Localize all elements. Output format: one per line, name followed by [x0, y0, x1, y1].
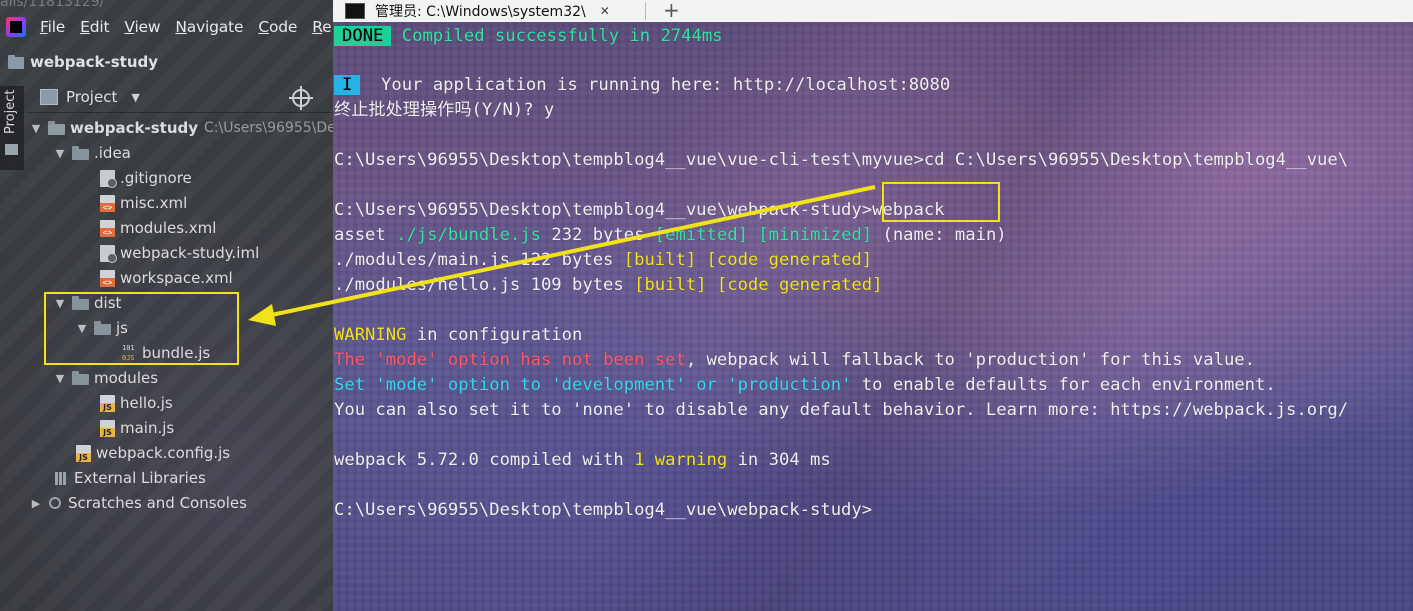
- tree-file-workspace[interactable]: workspace.xml: [100, 266, 233, 290]
- terminal-line-module-hello: ./modules/hello.js 109 bytes [built] [co…: [334, 275, 883, 295]
- tree-scratches[interactable]: ▶ Scratches and Consoles: [30, 491, 247, 515]
- terminal-tab[interactable]: 管理员: C:\Windows\system32\ ✕: [345, 0, 645, 22]
- window-title-faded: ails/11813129/: [0, 0, 105, 10]
- project-view-icon: [40, 89, 58, 105]
- annotation-box-dist: [44, 292, 239, 365]
- terminal-line-warning: WARNING in configuration: [334, 325, 583, 345]
- menu-bar: File Edit View Navigate Code Re: [40, 18, 333, 36]
- cmd-icon: [345, 3, 365, 19]
- terminal-line-warn-2: Set 'mode' option to 'development' or 'p…: [334, 375, 1276, 395]
- terminal-line-warn-1: The 'mode' option has not been set, webp…: [334, 350, 1255, 370]
- terminal-line-asset: asset ./js/bundle.js 232 bytes [emitted]…: [334, 225, 1007, 245]
- chevron-down-icon[interactable]: ▼: [30, 122, 42, 135]
- close-icon[interactable]: ✕: [600, 4, 610, 18]
- terminal-line-prompt[interactable]: C:\Users\96955\Desktop\tempblog4__vue\we…: [334, 499, 872, 521]
- tree-folder-idea[interactable]: ▼ .idea: [54, 141, 131, 165]
- menu-edit[interactable]: Edit: [80, 18, 109, 36]
- chevron-right-icon[interactable]: ▶: [30, 497, 42, 510]
- tree-file-iml[interactable]: webpack-study.iml: [100, 241, 259, 265]
- js-file-icon: [100, 394, 115, 412]
- xml-file-icon: [100, 194, 115, 212]
- tree-file-misc[interactable]: misc.xml: [100, 191, 187, 215]
- tree-file-hello[interactable]: hello.js: [100, 391, 173, 415]
- tree-file-gitignore[interactable]: .gitignore: [100, 166, 192, 190]
- terminal-line-prompt-webpack: C:\Users\96955\Desktop\tempblog4__vue\we…: [334, 200, 945, 220]
- terminal-line-done: DONE Compiled successfully in 2744ms: [334, 25, 723, 47]
- terminal-line-running: I Your application is running here: http…: [334, 74, 950, 96]
- divider: [26, 112, 333, 113]
- menu-file[interactable]: File: [40, 18, 65, 36]
- menu-refactor[interactable]: Re: [312, 18, 331, 36]
- new-tab-plus-icon[interactable]: +: [663, 0, 680, 22]
- project-tool-window-tab[interactable]: Project: [0, 86, 24, 170]
- js-file-icon: [100, 419, 115, 437]
- ide-project-panel: ails/11813129/ File Edit View Navigate C…: [0, 0, 333, 611]
- folder-icon: [48, 121, 65, 135]
- terminal-line-terminate: 终止批处理操作吗(Y/N)? y: [334, 100, 555, 120]
- terminal-line-warn-3: You can also set it to 'none' to disable…: [334, 400, 1349, 420]
- locate-file-icon[interactable]: [289, 86, 313, 110]
- intellij-logo-icon[interactable]: [6, 17, 26, 37]
- dropdown-caret-icon: ▼: [131, 90, 140, 104]
- project-view-selector[interactable]: Project ▼: [40, 88, 140, 106]
- folder-icon: [5, 144, 18, 155]
- terminal-line-cd: C:\Users\96955\Desktop\tempblog4__vue\vu…: [334, 150, 1349, 170]
- tree-file-webpack-config[interactable]: webpack.config.js: [76, 441, 230, 465]
- chevron-down-icon[interactable]: ▼: [54, 147, 66, 160]
- gitignore-file-icon: [100, 169, 117, 188]
- js-file-icon: [76, 444, 91, 462]
- terminal-tab-bar: 管理员: C:\Windows\system32\ ✕ +: [333, 0, 1413, 22]
- iml-file-icon: [100, 244, 117, 263]
- folder-icon: [72, 146, 89, 160]
- annotation-box-webpack: [882, 182, 1000, 222]
- xml-file-icon: [100, 269, 115, 287]
- tree-file-modules-xml[interactable]: modules.xml: [100, 216, 216, 240]
- tree-folder-modules[interactable]: ▼ modules: [54, 366, 158, 390]
- xml-file-icon: [100, 219, 115, 237]
- menu-code[interactable]: Code: [258, 18, 297, 36]
- library-icon: [54, 470, 69, 487]
- folder-icon: [72, 371, 89, 385]
- tree-root[interactable]: ▼ webpack-study C:\Users\96955\De: [30, 116, 333, 140]
- terminal-line-compiled: webpack 5.72.0 compiled with 1 warning i…: [334, 450, 831, 470]
- tree-external-libraries[interactable]: External Libraries: [54, 466, 206, 490]
- project-title[interactable]: webpack-study: [8, 53, 158, 71]
- chevron-down-icon[interactable]: ▼: [54, 372, 66, 385]
- terminal-window: 管理员: C:\Windows\system32\ ✕ + DONE Compi…: [333, 0, 1413, 611]
- terminal-line-module-main: ./modules/main.js 122 bytes [built] [cod…: [334, 250, 873, 270]
- menu-navigate[interactable]: Navigate: [175, 18, 243, 36]
- menu-view[interactable]: View: [124, 18, 160, 36]
- tree-file-main[interactable]: main.js: [100, 416, 174, 440]
- divider: [645, 2, 646, 20]
- scratches-icon: [48, 495, 63, 512]
- project-folder-icon: [8, 55, 24, 69]
